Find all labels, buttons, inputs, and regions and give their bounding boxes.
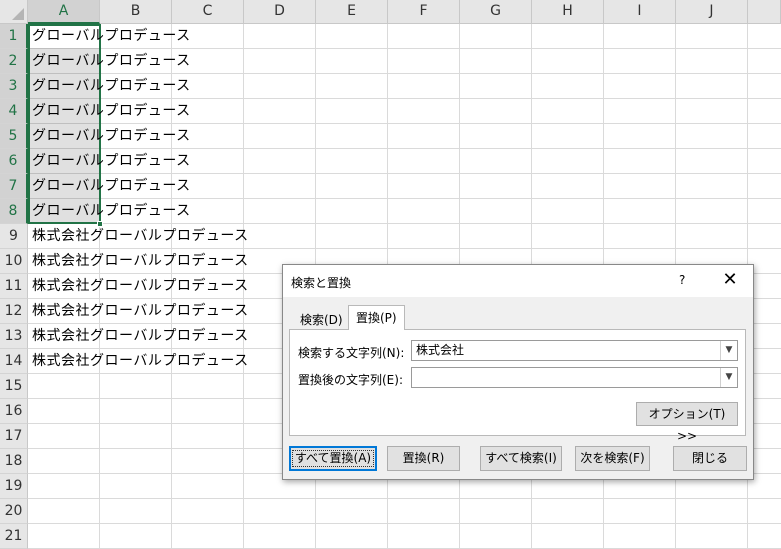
chevron-down-icon[interactable]: ▼ bbox=[720, 341, 737, 360]
column-header-g[interactable]: G bbox=[460, 0, 532, 24]
column-a-cells: グローバルプロデュース グローバルプロデュース グローバルプロデュース グローバ… bbox=[28, 24, 249, 374]
cell[interactable]: グローバルプロデュース bbox=[28, 99, 249, 124]
find-replace-dialog: 検索と置換 ? ✕ 検索(D) 置換(P) 検索する文字列(N): 株式会社 ▼… bbox=[282, 264, 754, 480]
replace-panel: 検索する文字列(N): 株式会社 ▼ 置換後の文字列(E): ▼ オプション(T… bbox=[289, 329, 746, 443]
row-header[interactable]: 2 bbox=[0, 49, 28, 74]
dialog-titlebar[interactable]: 検索と置換 ? ✕ bbox=[283, 265, 753, 297]
find-input-value: 株式会社 bbox=[416, 343, 465, 357]
cell[interactable]: 株式会社グローバルプロデュース bbox=[28, 224, 249, 249]
find-all-button[interactable]: すべて検索(I) bbox=[480, 446, 562, 471]
cell[interactable]: 株式会社グローバルプロデュース bbox=[28, 299, 249, 324]
cell[interactable]: グローバルプロデュース bbox=[28, 124, 249, 149]
cell[interactable]: 株式会社グローバルプロデュース bbox=[28, 324, 249, 349]
row-header[interactable]: 1 bbox=[0, 24, 28, 49]
row-header[interactable]: 10 bbox=[0, 249, 28, 274]
row-header[interactable]: 14 bbox=[0, 349, 28, 374]
select-all-corner[interactable] bbox=[0, 0, 28, 24]
column-header-j[interactable]: J bbox=[676, 0, 748, 24]
cell[interactable]: グローバルプロデュース bbox=[28, 49, 249, 74]
replace-button[interactable]: 置換(R) bbox=[387, 446, 460, 471]
cell[interactable]: グローバルプロデュース bbox=[28, 174, 249, 199]
row-header[interactable]: 17 bbox=[0, 424, 28, 449]
select-all-triangle-icon bbox=[12, 8, 24, 20]
dialog-title: 検索と置換 bbox=[291, 276, 352, 290]
row-header[interactable]: 9 bbox=[0, 224, 28, 249]
row-headers: 1 2 3 4 5 6 7 8 9 10 11 12 13 14 15 16 1… bbox=[0, 24, 28, 549]
row-header[interactable]: 20 bbox=[0, 499, 28, 524]
cell[interactable]: 株式会社グローバルプロデュース bbox=[28, 249, 249, 274]
chevron-down-icon[interactable]: ▼ bbox=[720, 368, 737, 387]
row-header[interactable]: 7 bbox=[0, 174, 28, 199]
replace-all-button[interactable]: すべて置換(A) bbox=[289, 446, 377, 471]
row-header[interactable]: 21 bbox=[0, 524, 28, 549]
row-header[interactable]: 16 bbox=[0, 399, 28, 424]
row-header[interactable]: 5 bbox=[0, 124, 28, 149]
help-icon[interactable]: ? bbox=[679, 273, 685, 287]
replace-input[interactable]: ▼ bbox=[411, 367, 738, 388]
cell[interactable]: グローバルプロデュース bbox=[28, 74, 249, 99]
column-headers: A B C D E F G H I J bbox=[28, 0, 781, 24]
column-header-f[interactable]: F bbox=[388, 0, 460, 24]
row-header[interactable]: 8 bbox=[0, 199, 28, 224]
column-header-h[interactable]: H bbox=[532, 0, 604, 24]
column-header-partial[interactable] bbox=[748, 0, 781, 24]
cell[interactable]: 株式会社グローバルプロデュース bbox=[28, 274, 249, 299]
column-header-d[interactable]: D bbox=[244, 0, 316, 24]
column-header-a[interactable]: A bbox=[28, 0, 100, 24]
row-header[interactable]: 12 bbox=[0, 299, 28, 324]
close-icon[interactable]: ✕ bbox=[717, 269, 743, 291]
replace-all-label: すべて置換(A) bbox=[291, 450, 375, 467]
cell[interactable]: グローバルプロデュース bbox=[28, 199, 249, 224]
row-header[interactable]: 3 bbox=[0, 74, 28, 99]
column-header-c[interactable]: C bbox=[172, 0, 244, 24]
column-header-i[interactable]: I bbox=[604, 0, 676, 24]
cell[interactable]: グローバルプロデュース bbox=[28, 24, 249, 49]
find-input[interactable]: 株式会社 ▼ bbox=[411, 340, 738, 361]
row-header[interactable]: 15 bbox=[0, 374, 28, 399]
replace-label: 置換後の文字列(E): bbox=[298, 373, 403, 387]
row-header[interactable]: 6 bbox=[0, 149, 28, 174]
options-button[interactable]: オプション(T) >> bbox=[636, 402, 738, 443]
cell[interactable]: グローバルプロデュース bbox=[28, 149, 249, 174]
row-header[interactable]: 18 bbox=[0, 449, 28, 474]
close-button[interactable]: 閉じる bbox=[673, 446, 747, 471]
find-label: 検索する文字列(N): bbox=[298, 346, 405, 360]
row-header[interactable]: 13 bbox=[0, 324, 28, 349]
column-header-b[interactable]: B bbox=[100, 0, 172, 24]
row-header[interactable]: 11 bbox=[0, 274, 28, 299]
row-header[interactable]: 19 bbox=[0, 474, 28, 499]
tab-search[interactable]: 検索(D) bbox=[292, 309, 351, 331]
find-next-button[interactable]: 次を検索(F) bbox=[575, 446, 650, 471]
column-header-e[interactable]: E bbox=[316, 0, 388, 24]
cell[interactable]: 株式会社グローバルプロデュース bbox=[28, 349, 249, 374]
row-header[interactable]: 4 bbox=[0, 99, 28, 124]
tab-replace[interactable]: 置換(P) bbox=[348, 305, 405, 330]
